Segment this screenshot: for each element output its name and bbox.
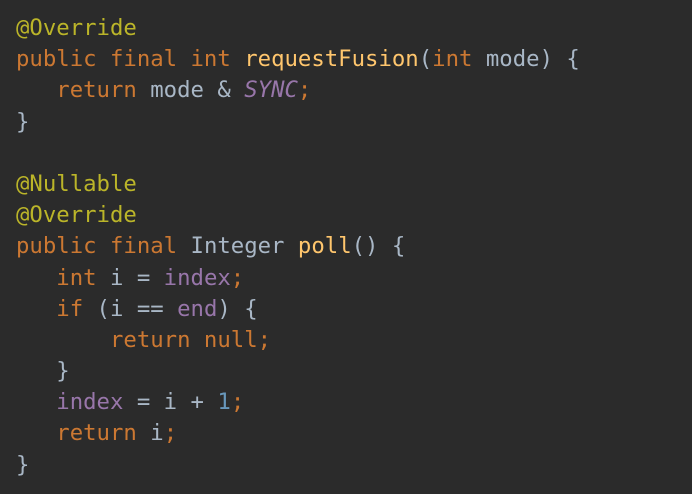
code-token-ann: @Nullable [16,170,137,197]
code-token-plain: ) { [217,295,258,322]
code-editor[interactable]: @Override public final int requestFusion(… [0,0,692,494]
code-token-kw: public final [16,233,191,260]
code-token-kw: return null [16,326,258,353]
code-line: @Nullable [0,169,692,200]
code-token-plain: i [150,420,164,447]
code-token-plain: () { [351,233,406,260]
code-line: @Override [0,200,692,231]
code-line: } [0,450,692,481]
code-line: } [0,107,692,138]
code-line: public final Integer poll() { [0,231,692,262]
code-token-num: 1 [217,389,231,416]
code-line: index = i + 1; [0,387,692,418]
code-token-fn: poll [297,233,352,260]
code-line: return null; [0,325,692,356]
code-token-plain: Integer [190,233,298,260]
code-line: public final int requestFusion(int mode)… [0,44,692,75]
code-token-punct: ; [257,326,272,353]
code-line: } [0,356,692,387]
code-token-field: index [163,264,231,291]
code-line: @Override [0,13,692,44]
code-token-plain: i = [109,264,164,291]
code-line: if (i == end) { [0,294,692,325]
code-token-punct: ; [163,420,178,447]
code-line: return mode & SYNC; [0,75,692,106]
code-token-punct: ; [230,264,245,291]
code-token-kw: int [432,46,486,73]
code-token-italic: SYNC [244,77,298,104]
code-token-plain: } [16,108,30,135]
code-token-kw: return [16,77,151,104]
code-token-ann: @Override [16,202,137,229]
code-token-kw: return [16,420,151,447]
code-line: return i; [0,418,692,449]
code-token-plain: ( [418,46,433,73]
code-token-ann: @Override [16,15,137,41]
code-token-plain: mode) { [485,46,580,73]
code-token-plain: = i + [136,389,218,416]
code-token-plain: } [16,358,70,385]
code-token-fn: requestFusion [244,46,419,73]
code-token-field: index [16,389,137,416]
code-token-plain: } [16,451,30,478]
code-line: int i = index; [0,263,692,294]
code-token-kw: public final int [16,46,245,73]
code-token-plain: mode & [150,77,245,104]
code-token-kw: int [16,264,110,291]
code-token-plain: (i == [96,295,178,322]
code-token-field: end [177,295,218,322]
code-token-kw: if [16,295,97,322]
code-token-punct: ; [297,77,312,104]
code-token-punct: ; [230,389,245,416]
